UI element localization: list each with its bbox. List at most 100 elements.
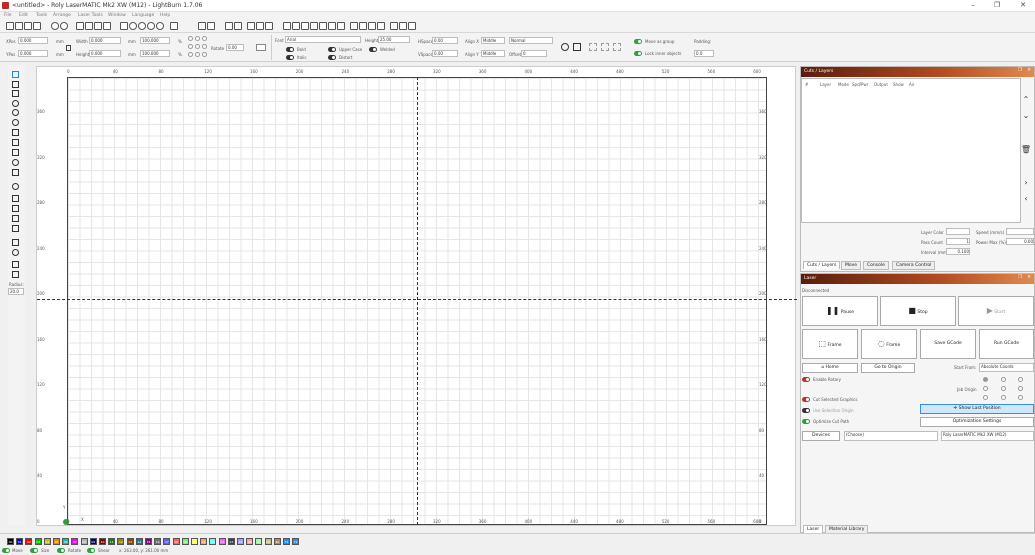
flip-h-icon[interactable] [247, 22, 255, 30]
move-as-group-toggle[interactable] [634, 39, 642, 44]
move-layer-down-icon[interactable]: ⌄ [1020, 111, 1032, 123]
align-center-icon[interactable] [283, 22, 291, 30]
interval-input[interactable]: 0.100 [946, 248, 970, 255]
tab-tool-icon[interactable] [12, 183, 19, 190]
boolean-union-icon[interactable] [12, 205, 19, 212]
lock-inner-toggle[interactable] [634, 51, 642, 56]
width-input[interactable]: 0.000 [89, 37, 121, 44]
align-bottom-icon[interactable] [319, 22, 327, 30]
paste-icon[interactable] [94, 22, 102, 30]
measure-tool-icon[interactable] [12, 159, 19, 166]
palette-swatch[interactable]: 11 [108, 538, 116, 545]
maximize-icon[interactable]: ❐ [992, 1, 1002, 9]
palette-swatch[interactable]: 21 [200, 538, 208, 545]
palette-swatch[interactable]: 23 [218, 538, 226, 545]
menu-window[interactable]: Window [108, 13, 126, 18]
distort-toggle[interactable] [328, 55, 336, 60]
xpos-input[interactable]: 0.000 [18, 37, 48, 44]
go-to-origin-button[interactable]: Go to Origin [861, 363, 915, 373]
select-tool-icon[interactable] [12, 71, 19, 78]
shear-toggle[interactable] [87, 548, 95, 553]
palette-swatch[interactable]: 02 [25, 538, 33, 545]
origin-radio[interactable] [202, 36, 207, 41]
flip-v-icon[interactable] [256, 22, 264, 30]
tools-icon[interactable] [207, 22, 215, 30]
lock-aspect-icon[interactable] [66, 45, 71, 51]
palette-swatch[interactable]: 18 [172, 538, 180, 545]
align-vcenter-icon[interactable] [328, 22, 336, 30]
minimize-icon[interactable]: – [968, 1, 978, 9]
scale-height-input[interactable]: 100.000 [140, 50, 170, 57]
padding-input[interactable]: 0.0 [694, 50, 714, 57]
palette-swatch[interactable]: 07 [71, 538, 79, 545]
upper-case-toggle[interactable] [328, 47, 336, 52]
cut-selected-toggle[interactable] [802, 397, 810, 402]
palette-swatch[interactable]: 19 [181, 538, 189, 545]
job-origin-radio[interactable] [1001, 377, 1006, 382]
palette-swatch[interactable]: 29 [273, 538, 281, 545]
palette-swatch[interactable]: 06 [62, 538, 70, 545]
rotate-toggle[interactable] [57, 548, 65, 553]
vspace-input[interactable]: 0.00 [432, 50, 458, 57]
zoom-in-icon[interactable] [129, 22, 137, 30]
text-mode-icon[interactable] [256, 44, 266, 51]
speed-input[interactable] [1006, 228, 1034, 235]
show-last-position-button[interactable]: ✛ Show Last Position [920, 404, 1034, 414]
trash-icon[interactable]: 🗑 [1020, 145, 1032, 157]
tab-console[interactable]: Console [863, 261, 889, 270]
job-origin-radio[interactable] [983, 386, 988, 391]
job-origin-radio[interactable] [983, 377, 988, 382]
distribute-h-icon[interactable] [350, 22, 358, 30]
align-y-select[interactable]: Middle [481, 50, 505, 57]
menu-tools[interactable]: Tools [36, 13, 47, 18]
delete-icon[interactable] [103, 22, 111, 30]
palette-swatch[interactable]: 12 [117, 538, 125, 545]
origin-radio[interactable] [188, 44, 193, 49]
text-path-icon[interactable] [573, 43, 581, 51]
open-file-icon[interactable] [15, 22, 23, 30]
float-icon[interactable]: ❐ [1018, 275, 1022, 280]
origin-radio[interactable] [195, 44, 200, 49]
menu-language[interactable]: Language [132, 13, 154, 18]
save-file-icon[interactable] [24, 22, 32, 30]
palette-swatch[interactable]: 28 [264, 538, 272, 545]
palette-swatch[interactable]: 24 [227, 538, 235, 545]
line-tool-icon[interactable] [12, 129, 19, 136]
undo-icon[interactable] [51, 22, 59, 30]
close-panel-icon[interactable]: ✕ [1027, 68, 1031, 73]
optimization-settings-button[interactable]: Optimization Settings [920, 417, 1034, 427]
radius-input[interactable]: 20.0 [8, 288, 24, 295]
pan-icon[interactable] [120, 22, 128, 30]
palette-swatch[interactable]: 20 [191, 538, 198, 545]
position-laser-icon[interactable] [12, 149, 19, 156]
height-input[interactable]: 0.000 [89, 50, 121, 57]
palette-swatch[interactable]: 05 [53, 538, 60, 545]
close-icon[interactable]: ✕ [1018, 1, 1028, 9]
new-file-icon[interactable] [6, 22, 14, 30]
palette-swatch[interactable]: 03 [34, 538, 42, 545]
same-height-icon[interactable] [377, 22, 385, 30]
power-max-input[interactable]: 0.00 [1006, 238, 1034, 245]
origin-radio[interactable] [202, 52, 207, 57]
align-left-icon[interactable] [292, 22, 300, 30]
palette-swatch[interactable]: T2 [292, 538, 300, 545]
scale-width-input[interactable]: 100.000 [140, 37, 170, 44]
float-icon[interactable]: ❐ [1018, 68, 1022, 73]
layer-color-swatch[interactable] [946, 228, 970, 235]
job-origin-radio[interactable] [1018, 386, 1023, 391]
edit-nodes-icon[interactable] [12, 81, 19, 88]
job-origin-radio[interactable] [1001, 386, 1006, 391]
tab-laser[interactable]: Laser [803, 525, 824, 533]
palette-swatch[interactable]: 25 [237, 538, 244, 545]
move-laser-icon[interactable] [408, 22, 416, 30]
palette-swatch[interactable]: 01 [16, 538, 24, 545]
palette-swatch[interactable]: 16 [154, 538, 162, 545]
origin-radio[interactable] [188, 36, 193, 41]
circular-array-icon[interactable] [12, 249, 19, 256]
origin-radio[interactable] [195, 52, 200, 57]
save-as-icon[interactable] [33, 22, 41, 30]
distribute-v-icon[interactable] [359, 22, 367, 30]
zoom-page-icon[interactable] [147, 22, 155, 30]
align-right-icon[interactable] [301, 22, 309, 30]
collapse-left-icon[interactable]: ‹ [1020, 194, 1032, 206]
